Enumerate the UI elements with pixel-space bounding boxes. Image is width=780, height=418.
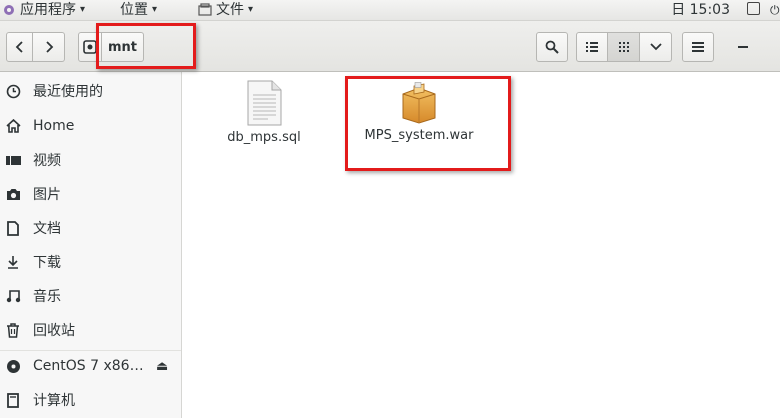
eject-icon[interactable]: ⏏ (156, 359, 168, 374)
trash-icon (5, 322, 21, 338)
chevron-down-icon (649, 43, 662, 51)
applications-menu[interactable]: 应用程序 ▾ (2, 0, 85, 20)
file-manager-icon (198, 3, 212, 16)
list-view-icon (586, 42, 598, 52)
back-button[interactable] (6, 32, 33, 62)
sidebar-item-home[interactable]: Home (0, 109, 181, 143)
annotation-box-war-file (345, 76, 511, 171)
download-icon (5, 254, 21, 270)
menu-button[interactable] (682, 32, 714, 62)
video-icon (5, 152, 21, 168)
list-view-button[interactable] (576, 32, 608, 62)
grid-view-button[interactable] (608, 32, 640, 62)
sidebar-item-downloads[interactable]: 下载 (0, 245, 181, 279)
computer-icon (5, 392, 21, 408)
search-icon (545, 40, 559, 54)
sidebar-item-label: 图片 (33, 187, 61, 203)
search-button[interactable] (536, 32, 568, 62)
home-icon (5, 118, 21, 134)
clock-icon (5, 83, 21, 99)
camera-icon (5, 186, 21, 202)
grid-view-icon (618, 42, 629, 52)
window-icon[interactable] (747, 2, 760, 15)
chevron-left-icon (15, 41, 23, 53)
sidebar-item-label: 下载 (33, 255, 61, 271)
top-bar: 应用程序 ▾ 位置 ▾ 文件 ▾ 日 15:03 ⏻ (0, 0, 780, 21)
forward-button[interactable] (33, 32, 65, 62)
sidebar: 最近使用的 Home 视频 图片 文档 下载 音乐 回收站 CentOS 7 x… (0, 72, 182, 418)
sidebar-item-trash[interactable]: 回收站 (0, 313, 181, 347)
sidebar-item-computer[interactable]: 计算机 (0, 383, 181, 417)
file-name: db_mps.sql (227, 130, 301, 145)
apps-logo-icon (4, 5, 14, 15)
hamburger-icon (692, 42, 704, 52)
power-icon[interactable]: ⏻ (770, 0, 780, 20)
sidebar-item-documents[interactable]: 文档 (0, 211, 181, 245)
sidebar-item-label: 计算机 (33, 393, 75, 409)
sidebar-item-recent[interactable]: 最近使用的 (0, 74, 181, 108)
chevron-down-icon: ▾ (80, 4, 86, 15)
places-menu[interactable]: 位置 ▾ (120, 0, 157, 20)
sidebar-item-videos[interactable]: 视频 (0, 143, 181, 177)
sidebar-item-label: 最近使用的 (33, 84, 103, 100)
files-app-menu-label: 文件 (216, 2, 244, 18)
sidebar-item-label: 回收站 (33, 323, 75, 339)
sidebar-item-label: 视频 (33, 153, 61, 169)
music-icon (5, 288, 21, 304)
clock[interactable]: 日 15:03 (671, 0, 730, 20)
disc-icon (5, 358, 21, 374)
sidebar-item-label: 音乐 (33, 289, 61, 305)
places-menu-label: 位置 (120, 2, 148, 18)
sidebar-item-centos-disc[interactable]: CentOS 7 x86… ⏏ (0, 349, 181, 383)
disk-icon (83, 40, 97, 54)
sidebar-item-label: 文档 (33, 221, 61, 237)
sidebar-item-label: CentOS 7 x86… (33, 358, 144, 374)
text-file-icon (247, 80, 282, 126)
file-item[interactable]: db_mps.sql (194, 80, 334, 145)
sidebar-item-pictures[interactable]: 图片 (0, 177, 181, 211)
chevron-right-icon (45, 41, 53, 53)
document-icon (5, 220, 21, 236)
minimize-button[interactable] (738, 46, 748, 48)
chevron-down-icon: ▾ (152, 4, 158, 15)
files-app-menu[interactable]: 文件 ▾ (198, 0, 253, 20)
sidebar-item-music[interactable]: 音乐 (0, 279, 181, 313)
applications-menu-label: 应用程序 (20, 2, 76, 18)
annotation-box-location (96, 23, 196, 69)
view-options-button[interactable] (640, 32, 672, 62)
chevron-down-icon: ▾ (248, 4, 254, 15)
sidebar-item-label: Home (33, 118, 75, 134)
